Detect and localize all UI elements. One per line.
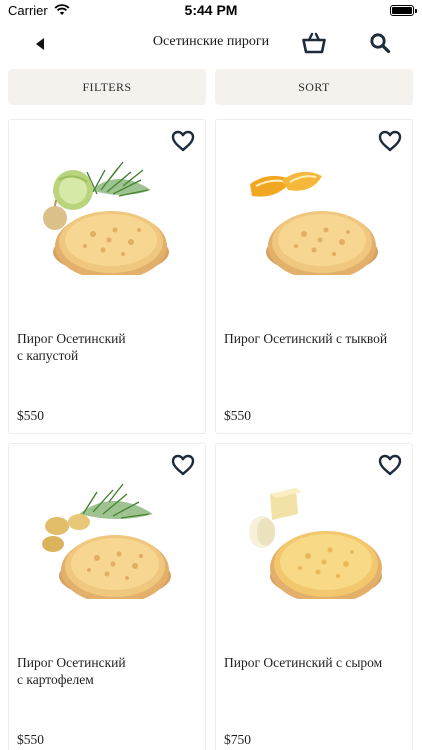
product-card-cabbage[interactable]: Пирог Осетинский с капустой $550 xyxy=(8,119,206,434)
search-button[interactable] xyxy=(366,29,394,57)
page-title: Осетинские пироги xyxy=(152,34,270,49)
heart-icon xyxy=(378,130,402,152)
heart-icon xyxy=(171,130,195,152)
product-name: Пирог Осетинский с сыром xyxy=(224,654,404,671)
navigation-bar: Осетинские пироги xyxy=(0,24,422,64)
search-icon xyxy=(370,33,391,54)
product-card-cheese[interactable]: Пирог Осетинский с сыром $750 xyxy=(215,443,413,750)
product-name-line1: Пирог Осетинский xyxy=(17,331,126,346)
heart-icon xyxy=(378,454,402,476)
product-name-line1: Пирог Осетинский xyxy=(17,655,126,670)
status-time: 5:44 PM xyxy=(184,2,238,18)
product-price: $550 xyxy=(224,408,251,423)
pie-pumpkin-image xyxy=(250,171,378,275)
product-price: $550 xyxy=(17,732,44,747)
product-card-pumpkin[interactable]: Пирог Осетинский с тыквой $550 xyxy=(215,119,413,434)
product-name: Пирог Осетинский с капустой xyxy=(17,330,197,364)
product-name-line1: Пирог Осетинский с сыром xyxy=(224,655,383,670)
product-name: Пирог Осетинский с картофелем xyxy=(17,654,197,688)
filters-button[interactable]: FILTERS xyxy=(8,69,206,105)
status-bar: Carrier 5:44 PM xyxy=(0,0,422,22)
pie-potato-image xyxy=(42,483,171,599)
pie-cheese-image xyxy=(249,488,382,599)
sort-button[interactable]: SORT xyxy=(215,69,413,105)
product-price: $750 xyxy=(224,732,251,747)
product-card-potato[interactable]: Пирог Осетинский с картофелем $550 xyxy=(8,443,206,750)
basket-icon xyxy=(302,32,326,54)
cart-button[interactable] xyxy=(300,29,328,57)
product-name-line2: с капустой xyxy=(17,348,79,363)
product-name: Пирог Осетинский с тыквой xyxy=(224,330,404,347)
product-name-line2: с картофелем xyxy=(17,672,94,687)
product-name-line1: Пирог Осетинский с тыквой xyxy=(224,331,388,346)
battery-icon xyxy=(390,5,417,16)
product-price: $550 xyxy=(17,408,44,423)
heart-icon xyxy=(171,454,195,476)
pie-cabbage-image xyxy=(43,161,169,275)
